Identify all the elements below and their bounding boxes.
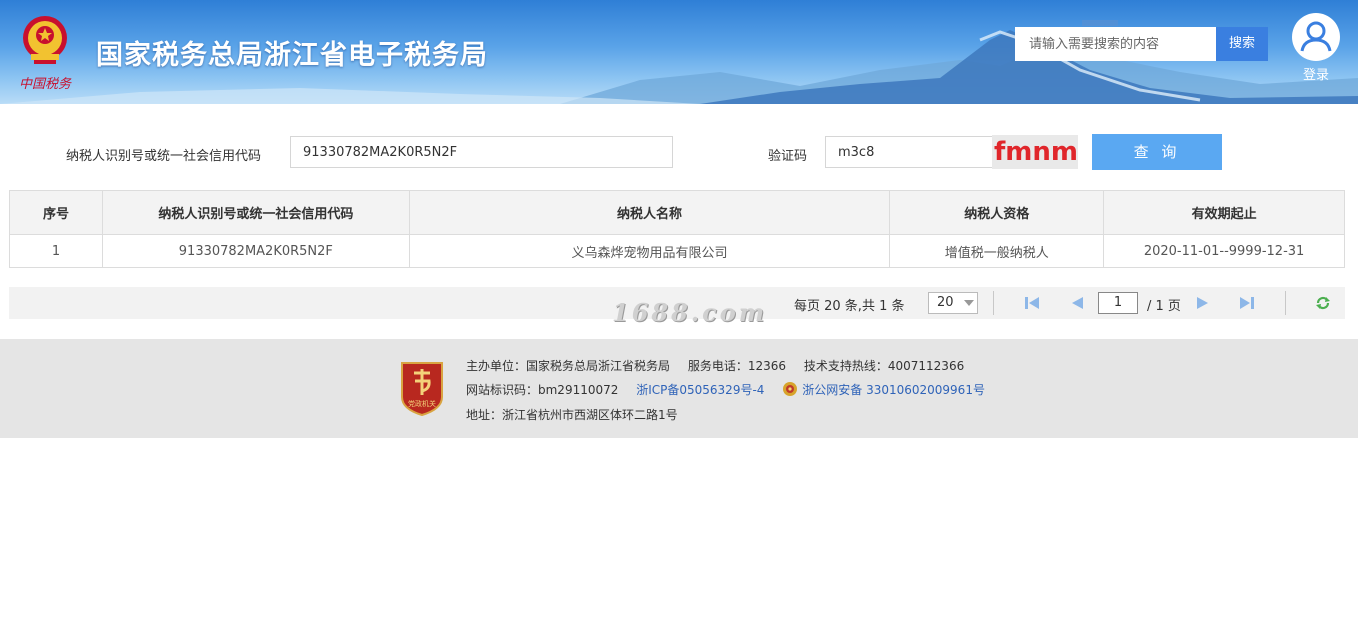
- footer-line-2: 网站标识码：bm29110072 浙ICP备05056329号-4 浙公网安备 …: [466, 381, 985, 398]
- page-size-value: 20: [937, 295, 954, 310]
- column-header-qualification: 纳税人资格: [889, 190, 1105, 235]
- site-search-button[interactable]: 搜索: [1216, 27, 1268, 61]
- results-table: 序号 纳税人识别号或统一社会信用代码 纳税人名称 纳税人资格 有效期起止 1 9…: [9, 190, 1345, 268]
- icp-record-link[interactable]: 浙ICP备05056329号-4: [636, 383, 764, 397]
- last-page-icon[interactable]: [1239, 296, 1255, 310]
- party-government-badge[interactable]: 党政机关: [398, 359, 446, 417]
- captcha-image-text: fmnm: [994, 137, 1078, 167]
- watermark-text: 1688.com: [612, 298, 768, 327]
- cell-taxpayer-id: 91330782MA2K0R5N2F: [101, 234, 410, 268]
- site-footer: 党政机关 主办单位：国家税务总局浙江省税务局 服务电话：12366 技术支持热线…: [0, 339, 1358, 438]
- pager-divider: [993, 291, 994, 315]
- cell-qualification: 增值税一般纳税人: [889, 234, 1105, 268]
- cell-index: 1: [9, 234, 103, 268]
- refresh-icon[interactable]: [1315, 296, 1331, 310]
- site-title[interactable]: 国家税务总局浙江省电子税务局: [96, 33, 488, 72]
- badge-caption: 党政机关: [408, 399, 436, 408]
- taxpayer-id-input[interactable]: [290, 136, 673, 168]
- tax-emblem-logo[interactable]: 中国税务: [16, 8, 74, 94]
- next-page-icon[interactable]: [1195, 296, 1211, 310]
- column-header-validity-period: 有效期起止: [1103, 190, 1345, 235]
- table-header-row: 序号 纳税人识别号或统一社会信用代码 纳税人名称 纳税人资格 有效期起止: [9, 190, 1345, 235]
- previous-page-icon[interactable]: [1069, 296, 1085, 310]
- footer-support-hotline: 技术支持热线：4007112366: [803, 359, 965, 373]
- table-row: 1 91330782MA2K0R5N2F 义乌森烨宠物用品有限公司 增值税一般纳…: [9, 234, 1345, 268]
- taxpayer-id-label: 纳税人识别号或统一社会信用代码: [66, 149, 262, 164]
- captcha-image[interactable]: fmnm: [992, 135, 1078, 169]
- first-page-icon[interactable]: [1024, 296, 1040, 310]
- footer-address: 地址：浙江省杭州市西湖区体环二路1号: [466, 408, 678, 422]
- police-badge-icon: [783, 382, 798, 396]
- column-header-index: 序号: [9, 190, 103, 235]
- page-size-select[interactable]: 20: [928, 292, 978, 314]
- chevron-down-icon: [964, 300, 974, 306]
- current-page-input[interactable]: 1: [1098, 292, 1138, 314]
- footer-line-1: 主办单位：国家税务总局浙江省税务局 服务电话：12366 技术支持热线：4007…: [466, 357, 964, 374]
- footer-site-id: 网站标识码：bm29110072: [466, 383, 619, 397]
- column-header-taxpayer-name: 纳税人名称: [408, 190, 891, 235]
- footer-service-phone: 服务电话：12366: [687, 359, 787, 373]
- footer-sponsor: 主办单位：国家税务总局浙江省税务局: [466, 359, 671, 373]
- user-avatar-icon[interactable]: [1292, 13, 1340, 61]
- site-search-input[interactable]: [1015, 27, 1216, 61]
- captcha-input[interactable]: [825, 136, 993, 168]
- pagination-summary: 每页 20 条,共 1 条: [794, 299, 905, 314]
- pager-divider: [1285, 291, 1286, 315]
- cell-validity-period: 2020-11-01--9999-12-31: [1103, 234, 1345, 268]
- query-button[interactable]: 查 询: [1092, 134, 1222, 170]
- cell-taxpayer-name: 义乌森烨宠物用品有限公司: [408, 234, 891, 268]
- column-header-taxpayer-id: 纳税人识别号或统一社会信用代码: [101, 190, 410, 235]
- login-label[interactable]: 登录: [1292, 64, 1340, 83]
- emblem-caption: 中国税务: [19, 77, 72, 92]
- site-header: 中国税务 国家税务总局浙江省电子税务局 搜索 登录: [0, 0, 1358, 104]
- captcha-label: 验证码: [768, 149, 808, 164]
- total-pages-text: / 1 页: [1147, 299, 1181, 314]
- login-button[interactable]: 登录: [1292, 13, 1340, 83]
- police-record-link[interactable]: 浙公网安备 33010602009961号: [802, 383, 985, 397]
